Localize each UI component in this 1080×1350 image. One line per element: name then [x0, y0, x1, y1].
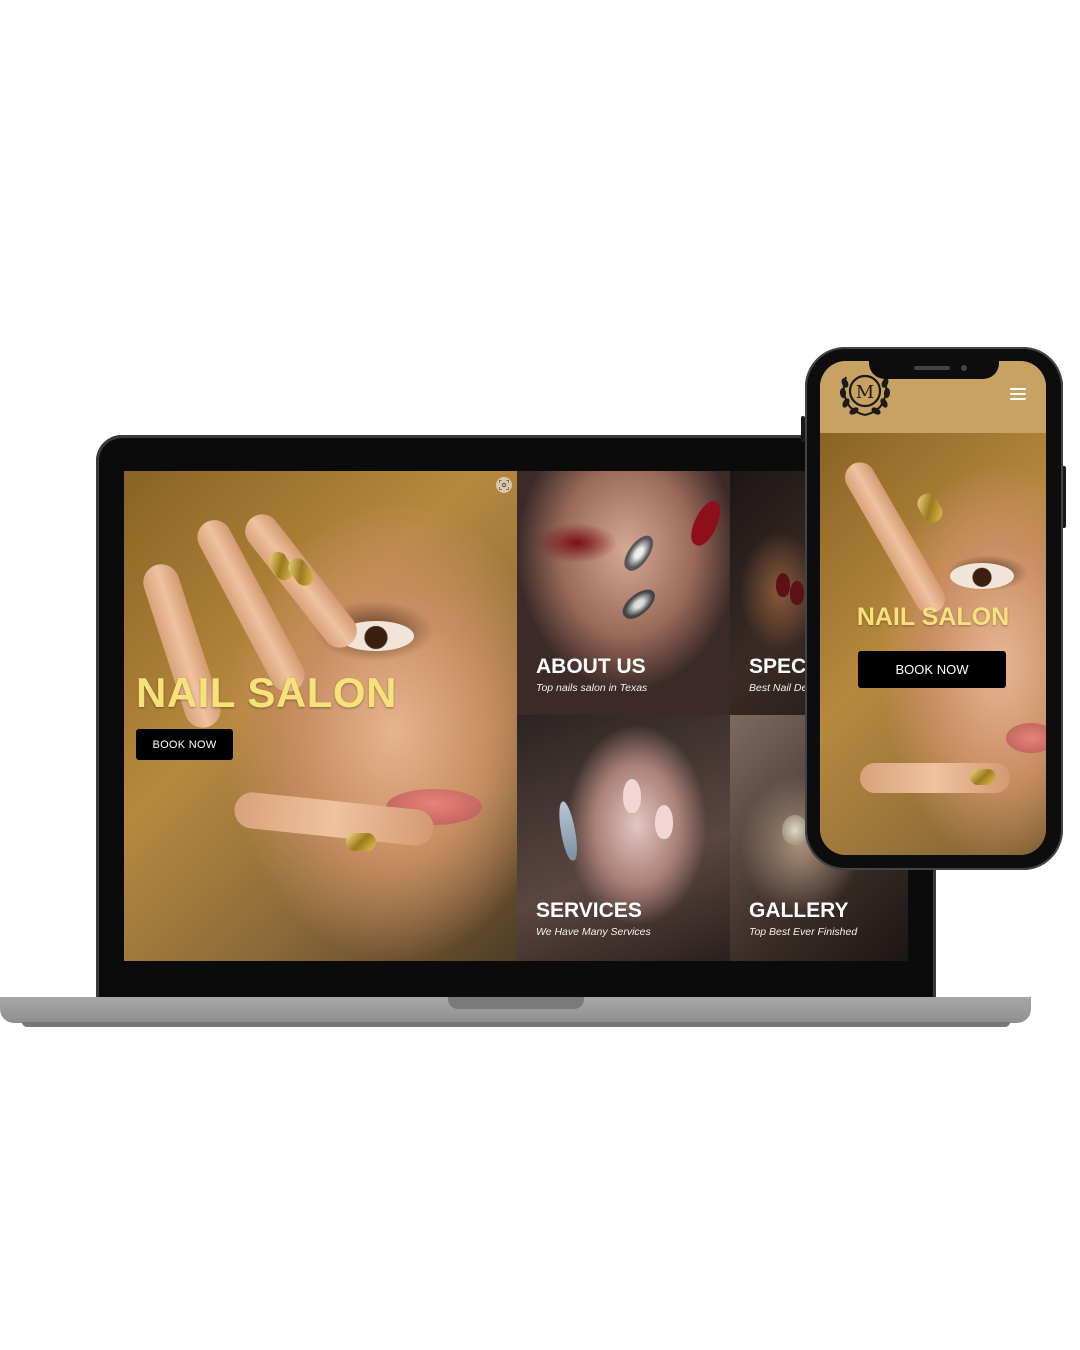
tile-title: GALLERY	[749, 899, 849, 922]
tile-nail	[655, 805, 673, 839]
tile-title: SPEC	[749, 655, 807, 678]
tile-nail	[790, 581, 804, 605]
tile-nail	[623, 779, 641, 813]
tile-nail	[618, 584, 660, 624]
mobile-hero	[820, 433, 1046, 855]
phone-screen: M NAIL SALON BOOK NOW	[820, 361, 1046, 855]
mobile-book-now-button[interactable]: BOOK NOW	[858, 651, 1006, 688]
mobile-hero-eye	[950, 563, 1014, 589]
tile-nail	[619, 530, 659, 576]
tile-title: SERVICES	[536, 899, 642, 922]
hamburger-menu-icon[interactable]	[1010, 388, 1026, 400]
laptop-base-shadow	[22, 1022, 1010, 1027]
hero-nail	[346, 833, 376, 851]
hero-title: NAIL SALON	[136, 669, 397, 716]
tile-subtitle: We Have Many Services	[536, 926, 651, 938]
laptop-notch	[448, 997, 584, 1009]
tile-services[interactable]: SERVICES We Have Many Services	[517, 715, 730, 961]
tile-nail	[776, 573, 790, 597]
phone-camera	[961, 365, 967, 371]
mobile-hero-title: NAIL SALON	[856, 603, 1010, 631]
tile-title: ABOUT US	[536, 655, 646, 678]
tile-nail	[685, 496, 727, 550]
tile-subtitle: Best Nail De	[749, 682, 808, 694]
logo-letter: M	[856, 382, 874, 403]
hero-section: NAIL SALON BOOK NOW	[124, 471, 517, 961]
tile-subtitle: Top Best Ever Finished	[749, 926, 858, 938]
mobile-hero-nail	[970, 769, 996, 785]
mobile-hero-lips	[1006, 723, 1046, 753]
tile-nail	[555, 800, 581, 862]
tile-subtitle: Top nails salon in Texas	[536, 682, 648, 694]
phone-speaker	[914, 366, 950, 370]
laptop-screen: NAIL SALON BOOK NOW ABOUT US Top nails s…	[124, 471, 908, 961]
tile-about-us[interactable]: ABOUT US Top nails salon in Texas	[517, 471, 730, 715]
book-now-button[interactable]: BOOK NOW	[136, 729, 233, 760]
mobile-hero-finger	[839, 456, 951, 620]
mobile-hero-nail	[913, 490, 947, 526]
scan-icon[interactable]	[496, 477, 512, 493]
